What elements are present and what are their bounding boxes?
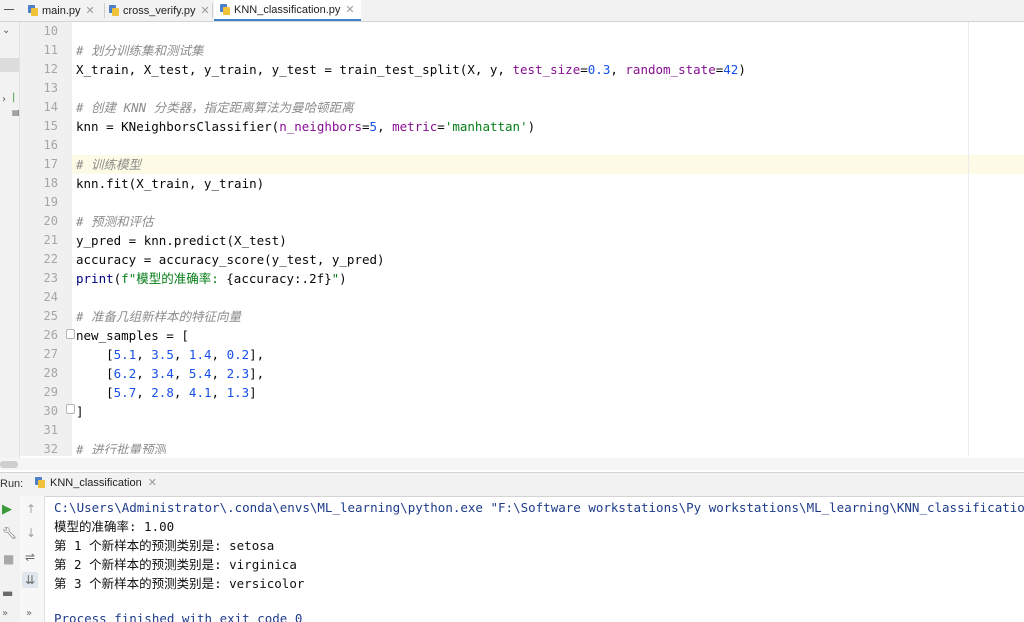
selected-tree-row[interactable] [0, 58, 19, 72]
console-line: 模型的准确率: 1.00 [54, 519, 175, 534]
line-number: 23 [43, 271, 58, 285]
line-number-gutter: 10 11 12 13 14 15 16 17 18 19 20 21 22 2… [20, 22, 72, 456]
close-icon[interactable]: ✕ [345, 3, 354, 16]
run-tab-label: KNN_classification [50, 476, 142, 489]
tab-label: main.py [42, 4, 81, 17]
rerun-icon[interactable]: ▶ [2, 502, 12, 517]
code-line-23: print(f"模型的准确率: {accuracy:.2f}") [76, 271, 347, 286]
code-line-30: ] [76, 404, 84, 419]
line-number: 12 [43, 62, 58, 76]
console-line: C:\Users\Administrator\.conda\envs\ML_le… [54, 500, 1024, 515]
code-comment: # 创建 KNN 分类器，指定距离算法为曼哈顿距离 [76, 100, 354, 115]
python-file-icon [35, 477, 45, 488]
editor-tab-bar: main.py ✕ cross_verify.py ✕ KNN_classifi… [0, 0, 1024, 22]
line-number: 30 [43, 404, 58, 418]
close-icon[interactable]: ✕ [148, 476, 157, 489]
line-number: 32 [43, 442, 58, 456]
tab-main-py[interactable]: main.py ✕ [28, 0, 95, 21]
code-line-22: accuracy = accuracy_score(y_test, y_pred… [76, 252, 385, 267]
stop-icon[interactable]: ■ [3, 552, 14, 566]
line-number: 13 [43, 81, 58, 95]
line-number: 22 [43, 252, 58, 266]
console-toolbar: ↑ ↓ ⇌ ⇊ » [20, 496, 45, 622]
line-number: 21 [43, 233, 58, 247]
more-icon[interactable]: » [26, 608, 32, 619]
code-line-27: [5.1, 3.5, 1.4, 0.2], [76, 347, 265, 362]
console-line: 第 1 个新样本的预测类别是: setosa [54, 538, 275, 553]
python-file-icon [28, 5, 38, 16]
code-line-29: [5.7, 2.8, 4.1, 1.3] [76, 385, 257, 400]
line-number: 24 [43, 290, 58, 304]
current-line-highlight [72, 155, 1024, 174]
code-comment: # 准备几组新样本的特征向量 [76, 309, 242, 324]
python-file-icon [220, 4, 230, 15]
code-comment: # 进行批量预测 [76, 442, 167, 454]
layout-icon[interactable]: ▬ [2, 586, 13, 600]
code-line-15: knn = KNeighborsClassifier(n_neighbors=5… [76, 119, 536, 134]
fold-marker-icon[interactable] [66, 404, 75, 414]
menu-icon[interactable] [4, 9, 14, 10]
run-tool-window-header: Run: KNN_classification ✕ [0, 472, 1024, 497]
line-number: 15 [43, 119, 58, 133]
code-comment: # 预测和评估 [76, 214, 154, 229]
console-line: Process finished with exit code 0 [54, 611, 303, 622]
more-icon[interactable]: » [2, 608, 8, 619]
run-label: Run: [0, 478, 24, 490]
scrollbar-thumb[interactable] [0, 461, 18, 468]
arrow-down-icon[interactable]: ↓ [26, 526, 36, 540]
soft-wrap-icon[interactable]: ⇌ [25, 550, 35, 564]
line-number: 16 [43, 138, 58, 152]
line-number: 20 [43, 214, 58, 228]
tab-knn-classification-py[interactable]: KNN_classification.py ✕ [214, 0, 361, 21]
code-line-28: [6.2, 3.4, 5.4, 2.3], [76, 366, 265, 381]
console-line: 第 3 个新样本的预测类别是: versicolor [54, 576, 305, 591]
code-comment: # 划分训练集和测试集 [76, 43, 204, 58]
scroll-to-end-icon[interactable]: ⇊ [22, 572, 38, 588]
horizontal-scrollbar[interactable] [0, 458, 1024, 470]
line-number: 10 [43, 24, 58, 38]
folder-icon: ▤ [12, 108, 20, 117]
code-line-18: knn.fit(X_train, y_train) [76, 176, 265, 191]
close-icon[interactable]: ✕ [201, 4, 210, 17]
tab-cross-verify-py[interactable]: cross_verify.py ✕ [109, 0, 210, 21]
line-number: 31 [43, 423, 58, 437]
code-line-12: X_train, X_test, y_train, y_test = train… [76, 62, 746, 77]
line-number: 17 [43, 157, 58, 171]
project-tool-strip: ⌄ › | ▤ [0, 22, 20, 468]
fold-marker-icon[interactable] [66, 329, 75, 339]
console-output[interactable]: C:\Users\Administrator\.conda\envs\ML_le… [54, 498, 1024, 622]
line-number: 27 [43, 347, 58, 361]
tab-label: KNN_classification.py [234, 3, 341, 16]
bookmark-icon: | [12, 92, 16, 103]
line-number: 18 [43, 176, 58, 190]
wrench-icon[interactable]: 🔧︎ [2, 526, 17, 540]
code-line-26: new_samples = [ [76, 328, 189, 343]
tab-divider [212, 3, 213, 18]
close-icon[interactable]: ✕ [86, 4, 95, 17]
tab-divider [104, 3, 105, 18]
line-number: 26 [43, 328, 58, 342]
line-number: 19 [43, 195, 58, 209]
chevron-right-icon[interactable]: › [2, 94, 6, 105]
python-file-icon [109, 5, 119, 16]
run-toolbar: ▶ 🔧︎ ■ ▬ » [0, 496, 20, 622]
right-margin-guide [968, 22, 969, 456]
line-number: 29 [43, 385, 58, 399]
line-number: 25 [43, 309, 58, 323]
run-tab-knn-classification[interactable]: KNN_classification ✕ [35, 476, 157, 489]
code-comment: # 训练模型 [76, 157, 142, 172]
chevron-down-icon[interactable]: ⌄ [2, 25, 10, 36]
arrow-up-icon[interactable]: ↑ [26, 502, 36, 516]
line-number: 11 [43, 43, 58, 57]
line-number: 14 [43, 100, 58, 114]
tab-label: cross_verify.py [123, 4, 196, 17]
line-number: 28 [43, 366, 58, 380]
console-line: 第 2 个新样本的预测类别是: virginica [54, 557, 297, 572]
code-line-21: y_pred = knn.predict(X_test) [76, 233, 287, 248]
